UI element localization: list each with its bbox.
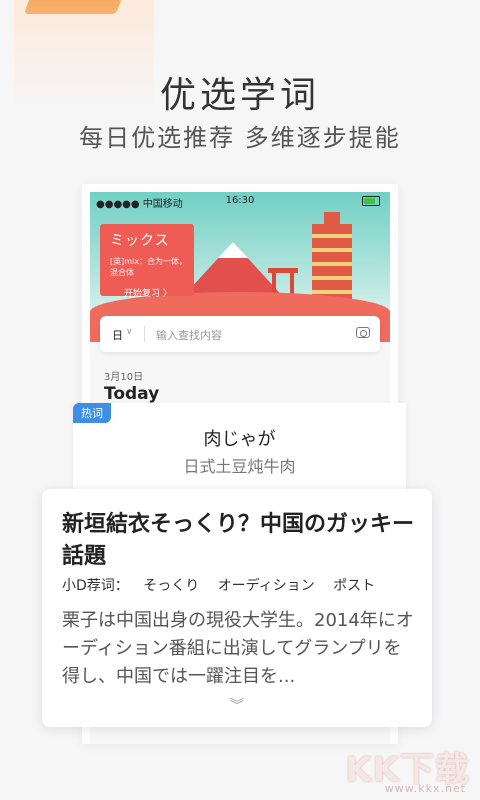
expand-chevron-icon[interactable]: ︾ [42,695,432,715]
hot-word-badge: 热词 [73,403,111,423]
today-heading: Today [104,384,160,404]
language-selector[interactable]: 日 [112,327,123,343]
hot-word-card[interactable]: 热词 肉じゃが 日式土豆炖牛肉 [73,403,406,491]
search-bar[interactable]: 日 ∨ 输入查找内容 [100,316,380,352]
date-label: 3月10日 [104,372,144,383]
article-card[interactable]: 新垣結衣そっくり？中国のガッキー話題 小D荐词： そっくり オーディション ポス… [42,489,432,727]
battery-icon [362,196,380,206]
watermark-url: www.kkx.net [384,782,466,795]
article-excerpt: 栗子は中国出身の現役大学生。2014年にオーディション番組に出演してグランプリを… [62,610,414,687]
page-title: 优选学词 [159,75,320,116]
pagoda-illustration [312,224,352,304]
recommended-words: 小D荐词： そっくり オーディション ポスト [62,575,389,595]
daily-word-card[interactable]: ミックス [英]mix：合为一体，混合体 开始复习 〉 [100,224,194,299]
hot-word-meaning: 日式土豆炖牛肉 [183,457,296,476]
recommended-word-tag[interactable]: そっくり [143,578,199,594]
camera-icon[interactable] [356,327,370,338]
mountain-snow-cap [218,242,248,258]
status-bar: ●●●●● 中国移动 16:30 [90,192,390,210]
chevron-down-icon[interactable]: ∨ [126,327,133,337]
status-time: 16:30 [225,195,255,206]
pagoda-top [324,212,340,224]
daily-word: ミックス [110,233,170,249]
article-title[interactable]: 新垣結衣そっくり？中国のガッキー話題 [62,509,417,573]
divider [144,326,145,342]
daily-word-definition: [英]mix：合为一体，混合体 [110,257,187,277]
recommended-word-tag[interactable]: ポスト [333,578,375,594]
recommended-word-tag[interactable]: オーディション [218,578,315,594]
decorative-shape [23,0,133,14]
search-input[interactable]: 输入查找内容 [156,327,222,343]
recommended-words-label: 小D荐词： [62,578,129,594]
page-subtitle: 每日优选推荐 多维逐步提能 [79,124,401,152]
start-review-button[interactable]: 开始复习 〉 [124,286,194,299]
hot-word: 肉じゃが [203,429,276,450]
